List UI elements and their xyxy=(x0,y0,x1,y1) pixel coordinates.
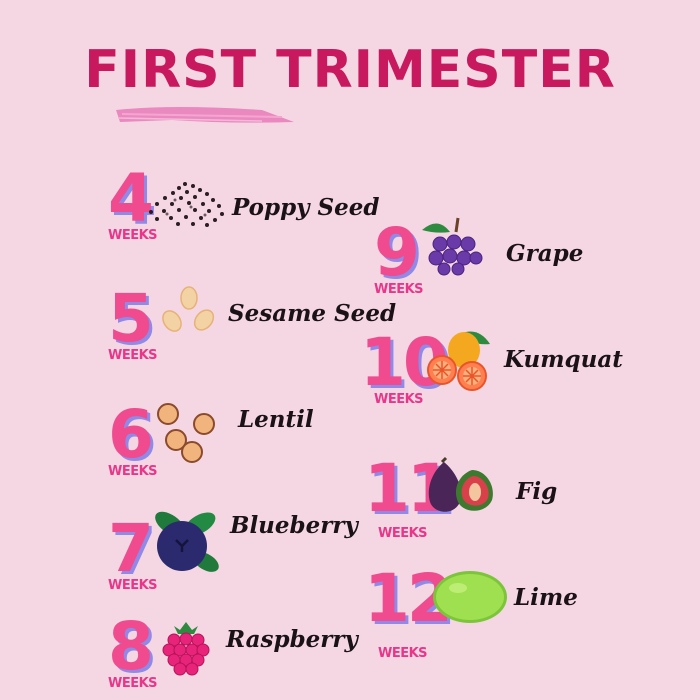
lentil-icon xyxy=(157,403,215,463)
fig-icon xyxy=(428,456,493,512)
fruit-label-blueberry: Blueberry xyxy=(230,512,358,539)
poppy-seed-icon xyxy=(149,182,224,227)
kumquat-icon xyxy=(427,331,490,391)
fruit-label-grape: Grape xyxy=(506,240,584,267)
fruit-label-raspberry: Raspberry xyxy=(226,626,358,653)
raspberry-icon xyxy=(162,622,210,676)
fruit-label-poppy-seed: Poppy Seed xyxy=(232,194,380,221)
fruit-label-lime: Lime xyxy=(514,584,578,611)
brush-stroke-decoration xyxy=(116,107,294,123)
blueberry-icon xyxy=(155,511,219,572)
fruit-label-kumquat: Kumquat xyxy=(504,346,623,373)
fruit-label-lentil: Lentil xyxy=(238,406,314,433)
grape-icon xyxy=(422,217,483,276)
lime-icon xyxy=(433,571,507,623)
fruit-label-sesame-seed: Sesame Seed xyxy=(228,300,397,327)
sesame-seed-icon xyxy=(162,286,215,332)
fruit-label-fig: Fig xyxy=(516,478,558,505)
page-title: FIRST TRIMESTER xyxy=(84,40,616,100)
